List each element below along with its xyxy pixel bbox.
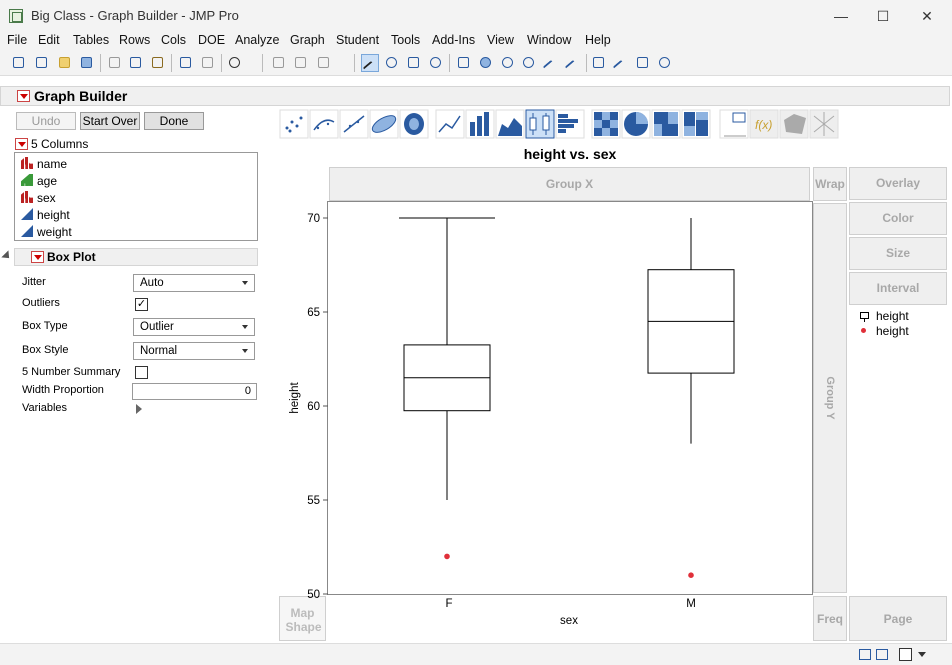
y-tick-label: 65 [307,307,320,319]
home-icon[interactable] [859,649,871,660]
chevron-down-icon[interactable] [918,652,926,657]
y-axis-label[interactable]: height [289,382,301,414]
y-axis[interactable]: 50 55 60 65 70 [307,213,328,601]
outlier-point[interactable] [444,553,450,560]
y-tick-label: 70 [307,213,320,225]
y-tick-label: 50 [307,589,320,601]
x-tick-label: F [445,598,452,610]
status-bar [0,643,952,665]
box-legend-icon [860,312,869,319]
box-legend-whisker [864,319,865,322]
red-dot-legend-icon [861,328,866,333]
box-plot-marks [399,217,735,578]
x-tick-label: M [686,598,696,610]
data-table-icon[interactable] [876,649,888,660]
x-axis[interactable]: FM [445,598,695,610]
y-tick-label: 55 [307,495,320,507]
legend-item-height-box[interactable]: height [876,309,909,323]
legend-item-height-points[interactable]: height [876,324,909,338]
window-list-icon[interactable] [899,648,912,661]
y-tick-label: 60 [307,401,320,413]
x-axis-label[interactable]: sex [560,615,578,627]
outlier-point[interactable] [688,572,694,578]
box-plot-chart: 5055606570 FM height sex [289,213,735,627]
